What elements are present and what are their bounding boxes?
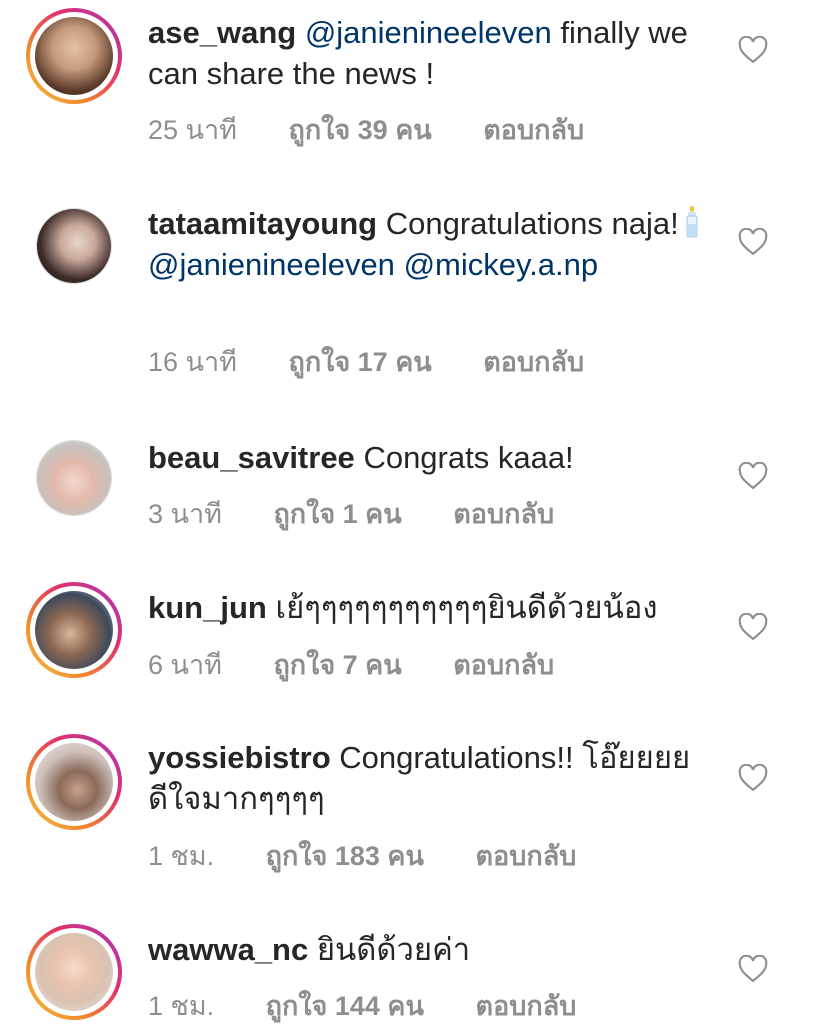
- username[interactable]: yossiebistro: [148, 740, 331, 775]
- timestamp: 25 นาที: [148, 115, 237, 145]
- comment-meta: 6 นาที ถูกใจ 7 คน ตอบกลับ: [148, 643, 598, 686]
- comment-meta: 3 นาที ถูกใจ 1 คน ตอบกลับ: [148, 492, 598, 535]
- timestamp: 1 ชม.: [148, 991, 215, 1021]
- likes-count[interactable]: ถูกใจ 1 คน: [273, 499, 401, 529]
- avatar[interactable]: [26, 430, 122, 526]
- reply-button[interactable]: ตอบกลับ: [475, 991, 576, 1021]
- comment-body: ยินดีด้วยค่า: [316, 932, 471, 967]
- comment-meta: 1 ชม. ถูกใจ 144 คน ตอบกลับ: [148, 984, 620, 1027]
- timestamp: 16 นาที: [148, 347, 237, 377]
- likes-count[interactable]: ถูกใจ 17 คน: [288, 347, 431, 377]
- timestamp: 6 นาที: [148, 650, 222, 680]
- username[interactable]: tataamitayoung: [148, 206, 377, 241]
- reply-button[interactable]: ตอบกลับ: [453, 499, 554, 529]
- likes-count[interactable]: ถูกใจ 144 คน: [266, 991, 424, 1021]
- username[interactable]: kun_jun: [148, 590, 267, 625]
- likes-count[interactable]: ถูกใจ 7 คน: [273, 650, 401, 680]
- comment-text: wawwa_nc ยินดีด้วยค่า: [148, 929, 708, 970]
- reply-button[interactable]: ตอบกลับ: [483, 347, 584, 377]
- mention-link[interactable]: @janienineeleven: [148, 247, 395, 282]
- reply-button[interactable]: ตอบกลับ: [483, 115, 584, 145]
- comment-body: Congrats kaaa!: [363, 440, 574, 475]
- comment-meta: 25 นาที ถูกใจ 39 คน ตอบกลับ: [148, 108, 628, 151]
- comment-text: tataamitayoung Congratulations naja! @ja…: [148, 203, 708, 285]
- username[interactable]: ase_wang: [148, 15, 296, 50]
- baby-bottle-icon: [686, 206, 698, 238]
- comment-meta: 1 ชม. ถูกใจ 183 คน ตอบกลับ: [148, 834, 620, 877]
- avatar[interactable]: [26, 734, 122, 830]
- comment-text: ase_wang @janienineeleven finally we can…: [148, 12, 708, 94]
- avatar[interactable]: [26, 198, 122, 294]
- heart-icon[interactable]: [738, 462, 768, 490]
- timestamp: 1 ชม.: [148, 841, 215, 871]
- comment-text: yossiebistro Congratulations!! โอ๊ยยยย ด…: [148, 737, 708, 819]
- timestamp: 3 นาที: [148, 499, 222, 529]
- comment-text: kun_jun เย้ๆๆๆๆๆๆๆๆๆๆๆยินดีด้วยน้อง: [148, 587, 708, 628]
- comment-meta: 16 นาที ถูกใจ 17 คน ตอบกลับ: [148, 340, 628, 383]
- mention-link[interactable]: @mickey.a.np: [404, 247, 599, 282]
- comment-body: เย้ๆๆๆๆๆๆๆๆๆๆๆยินดีด้วยน้อง: [275, 590, 658, 625]
- reply-button[interactable]: ตอบกลับ: [475, 841, 576, 871]
- likes-count[interactable]: ถูกใจ 39 คน: [288, 115, 431, 145]
- heart-icon[interactable]: [738, 228, 768, 256]
- likes-count[interactable]: ถูกใจ 183 คน: [266, 841, 424, 871]
- comment-body: Congratulations naja!: [385, 206, 679, 241]
- avatar[interactable]: [26, 924, 122, 1020]
- username[interactable]: wawwa_nc: [148, 932, 308, 967]
- heart-icon[interactable]: [738, 36, 768, 64]
- heart-icon[interactable]: [738, 613, 768, 641]
- mention-link[interactable]: @janienineeleven: [305, 15, 552, 50]
- heart-icon[interactable]: [738, 955, 768, 983]
- username[interactable]: beau_savitree: [148, 440, 355, 475]
- avatar[interactable]: [26, 582, 122, 678]
- comment-text: beau_savitree Congrats kaaa!: [148, 437, 708, 478]
- heart-icon[interactable]: [738, 764, 768, 792]
- reply-button[interactable]: ตอบกลับ: [453, 650, 554, 680]
- avatar[interactable]: [26, 8, 122, 104]
